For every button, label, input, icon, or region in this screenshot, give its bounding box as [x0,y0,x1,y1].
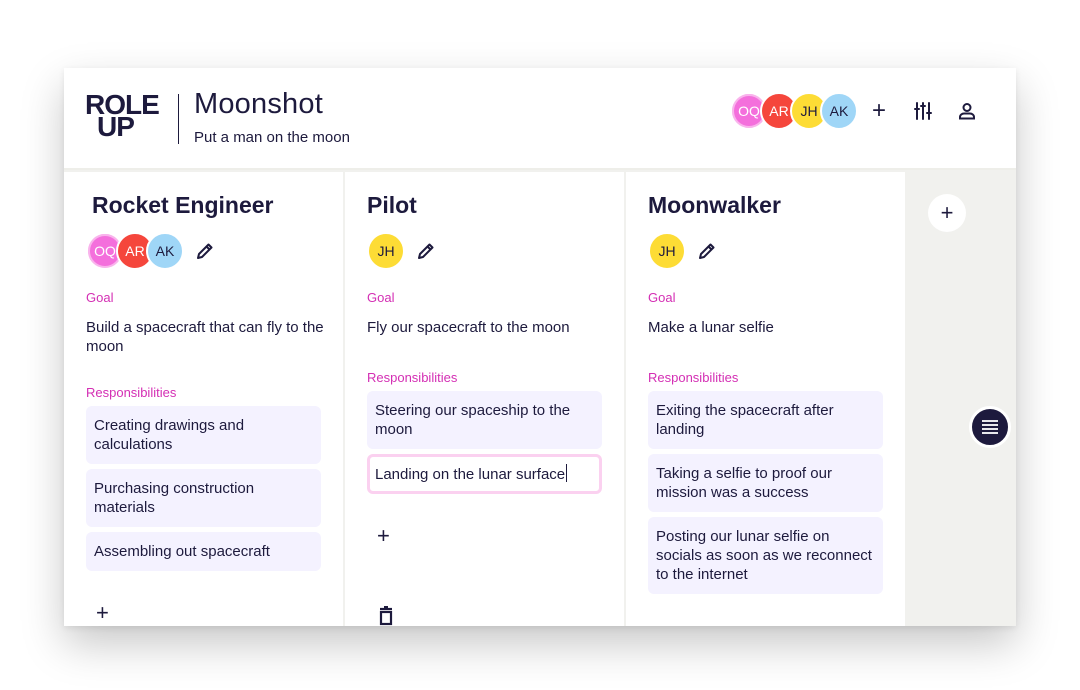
role-members: OQ AR AK [86,232,216,270]
role-column-pilot: Pilot JH Goal Fly our spacecraft to the … [345,172,624,626]
role-title[interactable]: Moonwalker [648,192,781,219]
responsibility-item[interactable]: Assembling out spacecraft [86,532,321,571]
edit-members-button[interactable] [696,240,718,262]
header-divider [178,94,179,144]
responsibility-input-value: Landing on the lunar surface [375,466,566,483]
goal-label: Goal [86,290,114,305]
plus-icon: + [377,523,390,548]
pencil-icon [699,243,715,259]
header-actions: OQ AR JH AK + [730,92,978,130]
avatar-initials: JH [800,103,818,119]
header: ROLE UP Moonshot Put a man on the moon O… [64,68,1016,170]
responsibilities-list: Creating drawings and calculations Purch… [86,406,321,576]
trash-icon [379,605,393,626]
responsibilities-list: Exiting the spacecraft after landing Tak… [648,391,883,599]
avatar[interactable]: AK [820,92,858,130]
responsibility-item[interactable]: Exiting the spacecraft after landing [648,391,883,449]
goal-text[interactable]: Fly our spacecraft to the moon [367,318,607,337]
role-column-moonwalker: Moonwalker JH Goal Make a lunar selfie R… [626,172,905,626]
goal-text[interactable]: Make a lunar selfie [648,318,888,337]
sliders-icon [914,102,932,120]
avatar-initials: AR [769,103,789,119]
avatar[interactable]: JH [648,232,686,270]
delete-role-button[interactable] [377,605,395,626]
goal-text[interactable]: Build a spacecraft that can fly to the m… [86,318,326,356]
responsibility-item[interactable]: Posting our lunar selfie on socials as s… [648,517,883,594]
add-responsibility-button[interactable]: + [96,602,116,624]
menu-button[interactable] [969,406,1011,448]
pencil-icon [197,243,213,259]
goal-label: Goal [648,290,676,305]
avatar-initials: AK [155,243,175,259]
edit-members-button[interactable] [415,240,437,262]
profile-button[interactable] [956,100,978,122]
responsibility-item[interactable]: Taking a selfie to proof our mission was… [648,454,883,512]
role-members: JH [648,232,718,270]
responsibilities-label: Responsibilities [648,370,739,385]
role-title[interactable]: Pilot [367,192,417,219]
avatar-initials: AR [125,243,145,259]
responsibilities-label: Responsibilities [367,370,458,385]
avatar-initials: JH [658,243,676,259]
settings-button[interactable] [912,100,934,122]
role-title[interactable]: Rocket Engineer [92,192,274,219]
add-role-button[interactable]: + [928,194,966,232]
responsibilities-list: Steering our spaceship to the moon Landi… [367,391,602,499]
user-icon [959,103,975,120]
responsibility-input[interactable]: Landing on the lunar surface [367,454,602,494]
avatar-initials: JH [377,243,395,259]
avatar[interactable]: AK [146,232,184,270]
role-column-rocket-engineer: Rocket Engineer OQ AR AK Goal Build a sp… [64,172,343,626]
pencil-icon [418,243,434,259]
avatar[interactable]: JH [367,232,405,270]
responsibility-item[interactable]: Creating drawings and calculations [86,406,321,464]
avatar-initials: AK [829,103,849,119]
responsibility-item[interactable]: Purchasing construction materials [86,469,321,527]
responsibilities-label: Responsibilities [86,385,177,400]
roleup-logo[interactable]: ROLE UP [85,91,165,142]
app-window: ROLE UP Moonshot Put a man on the moon O… [64,68,1016,626]
goal-label: Goal [367,290,395,305]
plus-icon: + [871,97,886,124]
avatar-initials: OQ [94,243,116,259]
edit-members-button[interactable] [194,240,216,262]
project-subtitle[interactable]: Put a man on the moon [194,129,350,146]
project-title[interactable]: Moonshot [194,88,323,121]
plus-icon: + [96,600,109,625]
avatar-initials: OQ [738,103,760,119]
role-members: JH [367,232,437,270]
plus-icon: + [940,200,954,225]
menu-icon [982,420,998,434]
add-responsibility-button[interactable]: + [377,525,397,547]
add-member-button[interactable]: + [868,99,890,123]
text-caret [566,464,568,482]
responsibility-item[interactable]: Steering our spaceship to the moon [367,391,602,449]
